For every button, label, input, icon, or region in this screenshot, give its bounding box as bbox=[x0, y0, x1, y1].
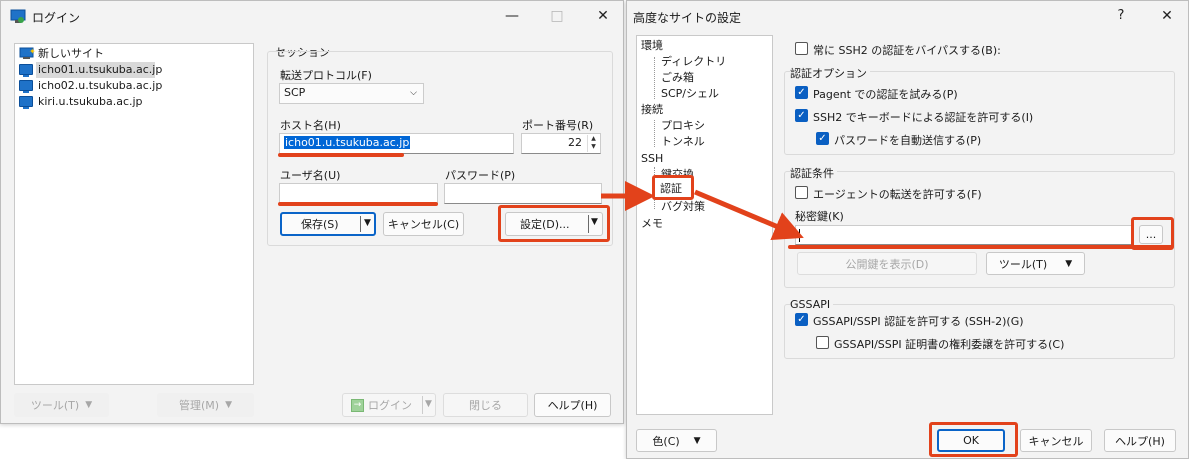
arrow-to-key bbox=[694, 189, 804, 241]
annotation-arrows bbox=[601, 181, 804, 241]
